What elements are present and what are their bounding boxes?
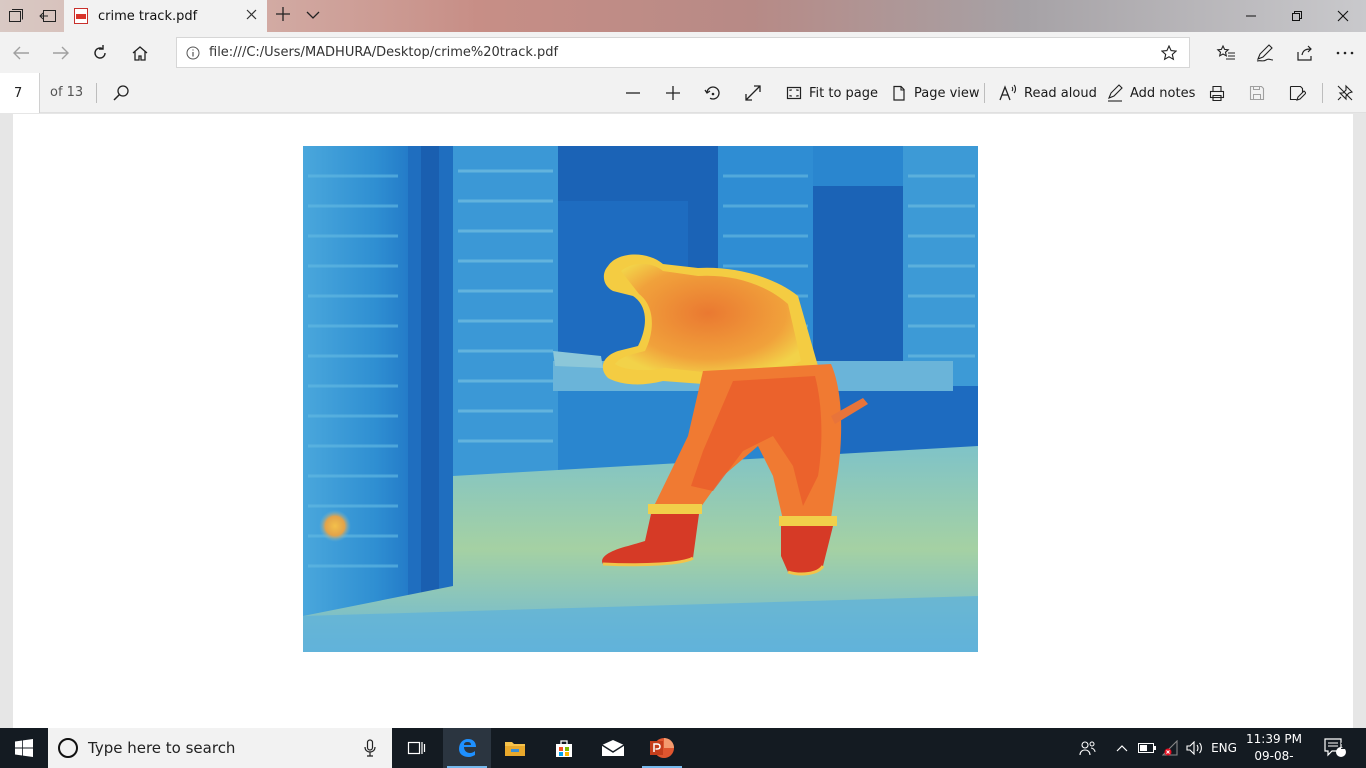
print-icon[interactable]	[1208, 82, 1226, 104]
toolbar-divider	[1322, 83, 1323, 103]
navigation-bar: file:///C:/Users/MADHURA/Desktop/crime%2…	[0, 32, 1366, 73]
edge-browser-icon[interactable]	[443, 728, 491, 768]
save-as-icon[interactable]	[1288, 82, 1306, 104]
rotate-icon[interactable]	[704, 82, 722, 104]
toolbar-divider	[984, 83, 985, 103]
cortana-icon	[58, 738, 78, 758]
restore-icon[interactable]	[1274, 0, 1320, 32]
add-notes-label: Add notes	[1130, 85, 1196, 101]
pdf-file-icon	[74, 8, 88, 24]
favorites-list-icon[interactable]	[1213, 40, 1239, 66]
home-icon[interactable]	[127, 40, 153, 66]
microphone-icon[interactable]	[348, 739, 392, 757]
close-tab-icon[interactable]	[239, 8, 263, 24]
page-number-input[interactable]: 7	[0, 73, 40, 113]
refresh-icon[interactable]	[87, 40, 113, 66]
tab-crime-track[interactable]: crime track.pdf	[64, 0, 267, 32]
task-view-icon[interactable]	[392, 728, 440, 768]
powerpoint-icon[interactable]	[638, 728, 686, 768]
windows-start-icon[interactable]	[0, 728, 48, 768]
back-arrow-icon[interactable]	[8, 40, 34, 66]
full-screen-icon[interactable]	[744, 82, 762, 104]
zoom-out-icon[interactable]	[624, 82, 642, 104]
notification-count: 1	[1340, 742, 1347, 752]
site-info-icon[interactable]	[177, 46, 209, 60]
tab-preview-chevron-icon[interactable]	[305, 5, 325, 27]
mail-icon[interactable]	[589, 728, 637, 768]
zoom-in-icon[interactable]	[664, 82, 682, 104]
close-window-icon[interactable]	[1320, 0, 1366, 32]
pdf-viewer[interactable]	[0, 114, 1366, 728]
read-aloud-label: Read aloud	[1024, 85, 1097, 101]
page-view-label: Page view	[914, 85, 980, 101]
fit-to-page-icon	[786, 86, 802, 100]
taskbar: Type here to search ENG 11:39 PM 09-08- …	[0, 728, 1366, 768]
language-indicator[interactable]: ENG	[1208, 728, 1240, 768]
action-center-icon[interactable]: 1	[1316, 728, 1354, 768]
minimize-icon[interactable]	[1228, 0, 1274, 32]
page-view-icon	[893, 85, 905, 101]
page-view-button[interactable]: Page view	[890, 82, 980, 104]
page-count: of 13	[50, 85, 84, 100]
title-bar: crime track.pdf	[0, 0, 1366, 32]
fit-to-page-button[interactable]: Fit to page	[785, 82, 878, 104]
clock[interactable]: 11:39 PM 09-08-2019	[1242, 731, 1306, 768]
add-notes-pen-icon	[1108, 84, 1123, 102]
tab-actions-icon[interactable]	[6, 6, 26, 26]
fit-to-page-label: Fit to page	[809, 85, 879, 101]
network-disconnected-icon[interactable]	[1160, 728, 1182, 768]
microsoft-store-icon[interactable]	[540, 728, 588, 768]
set-aside-tabs-icon[interactable]	[38, 6, 58, 26]
pdf-page	[13, 114, 1353, 728]
share-icon[interactable]	[1292, 40, 1318, 66]
battery-icon[interactable]	[1136, 728, 1158, 768]
search-icon[interactable]	[112, 82, 130, 104]
read-aloud-button[interactable]: Read aloud	[998, 82, 1097, 104]
toolbar-divider	[96, 83, 97, 103]
pin-toolbar-icon[interactable]	[1336, 82, 1354, 104]
people-icon[interactable]	[1074, 728, 1102, 768]
thermal-camera-image	[303, 146, 978, 652]
pdf-toolbar: 7 of 13 Fit to page Page view Read aloud…	[0, 73, 1366, 113]
more-options-icon[interactable]	[1332, 40, 1358, 66]
volume-icon[interactable]	[1184, 728, 1206, 768]
clock-date: 09-08-2019	[1254, 749, 1294, 768]
address-bar[interactable]: file:///C:/Users/MADHURA/Desktop/crime%2…	[176, 37, 1190, 68]
new-tab-icon[interactable]	[272, 5, 294, 27]
add-notes-button[interactable]: Add notes	[1106, 82, 1195, 104]
page-number-value: 7	[14, 85, 23, 101]
read-aloud-icon	[999, 84, 1017, 101]
search-placeholder: Type here to search	[88, 739, 236, 757]
url-text[interactable]: file:///C:/Users/MADHURA/Desktop/crime%2…	[209, 45, 1149, 60]
show-hidden-icons-chevron-icon[interactable]	[1112, 728, 1132, 768]
taskbar-search-box[interactable]: Type here to search	[48, 728, 392, 768]
clock-time: 11:39 PM	[1246, 732, 1302, 746]
favorite-star-icon[interactable]	[1149, 44, 1189, 61]
file-explorer-icon[interactable]	[491, 728, 539, 768]
tab-title: crime track.pdf	[98, 8, 198, 24]
save-icon[interactable]	[1248, 82, 1266, 104]
web-notes-pen-icon[interactable]	[1252, 40, 1278, 66]
forward-arrow-icon[interactable]	[48, 40, 74, 66]
